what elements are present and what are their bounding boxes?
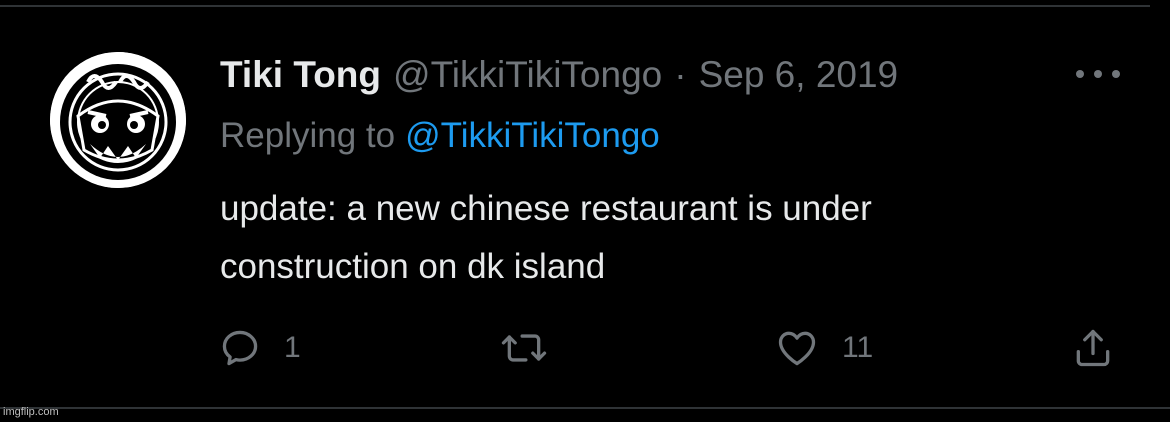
tweet-text-line: construction on dk island: [220, 247, 606, 286]
top-divider: [0, 5, 1150, 7]
reply-icon: [222, 330, 258, 366]
like-button[interactable]: 11: [774, 325, 873, 371]
heart-icon: [778, 331, 816, 366]
reply-button[interactable]: 1: [218, 325, 301, 371]
more-options-button[interactable]: [1076, 64, 1120, 84]
share-icon: [1076, 329, 1110, 367]
tweet-text: update: a new chinese restaurant is unde…: [220, 180, 1120, 296]
retweet-icon: [501, 334, 547, 362]
tweet-date[interactable]: Sep 6, 2019: [699, 54, 899, 96]
replying-to-handle-link[interactable]: @TikkiTikiTongo: [405, 116, 660, 155]
bottom-divider: [0, 407, 1170, 409]
tweet-text-line: update: a new chinese restaurant is unde…: [220, 189, 872, 228]
more-icon: [1076, 70, 1084, 78]
like-count: 11: [842, 331, 874, 364]
user-handle[interactable]: @TikkiTikiTongo: [393, 54, 662, 96]
tweet-header: Tiki Tong @TikkiTikiTongo · Sep 6, 2019: [220, 52, 898, 98]
reply-count: 1: [284, 331, 301, 364]
avatar[interactable]: [50, 52, 186, 188]
watermark: imgflip.com: [3, 406, 59, 418]
replying-to: Replying to @TikkiTikiTongo: [220, 116, 660, 156]
display-name[interactable]: Tiki Tong: [220, 54, 381, 96]
more-icon-dot: [1112, 70, 1120, 78]
share-button[interactable]: [1070, 325, 1116, 371]
more-icon-dot: [1094, 70, 1102, 78]
tiki-mask-avatar-image: [50, 52, 186, 188]
retweet-button[interactable]: [500, 325, 570, 371]
replying-to-label: Replying to: [220, 116, 396, 155]
header-separator: ·: [674, 54, 687, 95]
